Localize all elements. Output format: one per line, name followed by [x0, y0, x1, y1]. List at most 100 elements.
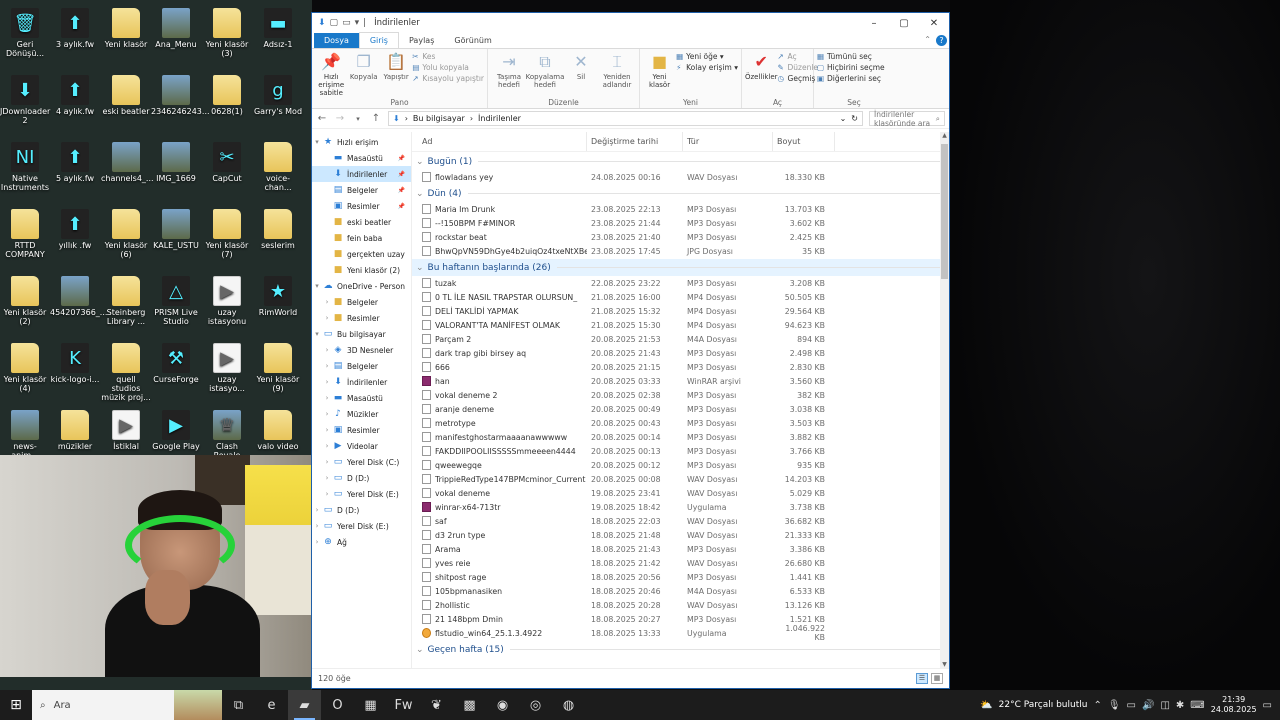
- expand-arrow-icon[interactable]: ›: [312, 538, 322, 546]
- scroll-thumb[interactable]: [941, 144, 948, 279]
- expand-arrow-icon[interactable]: ›: [322, 458, 332, 466]
- desktop-shortcut[interactable]: Yeni klasör (9): [253, 343, 303, 393]
- search-input[interactable]: İndirilenler klasöründe ara ⌕: [869, 110, 945, 128]
- file-row[interactable]: aranje deneme 20.08.2025 00:49 MP3 Dosyası…: [412, 402, 949, 416]
- volume-icon[interactable]: 🔊: [1142, 700, 1154, 711]
- nav-item[interactable]: › ▭ D (D:): [312, 470, 411, 486]
- nav-item[interactable]: › ▣ Resimler: [312, 422, 411, 438]
- cut-button[interactable]: ✂ Kes: [412, 52, 484, 61]
- pin-icon[interactable]: 📌: [398, 155, 405, 162]
- desktop-shortcut[interactable]: RTTD COMPANY: [0, 209, 50, 259]
- notifications-icon[interactable]: ▭: [1263, 700, 1272, 711]
- file-row[interactable]: metrotype 20.08.2025 00:43 MP3 Dosyası 3.50…: [412, 416, 949, 430]
- pin-icon[interactable]: 📌: [398, 187, 405, 194]
- properties-quick-icon[interactable]: ▢: [330, 18, 339, 28]
- file-row[interactable]: 2hollistic 18.08.2025 20:28 WAV Dosyası 13.…: [412, 598, 949, 612]
- desktop-shortcut[interactable]: Yeni klasör (3): [202, 8, 252, 58]
- desktop-shortcut[interactable]: Yeni klasör: [101, 8, 151, 49]
- desktop-shortcut[interactable]: ▶ uzay istasyo...: [202, 343, 252, 393]
- task-view-icon[interactable]: ⧉: [222, 690, 255, 720]
- file-row[interactable]: winrar-x64-713tr 19.08.2025 18:42 Uygulama…: [412, 500, 949, 514]
- collapse-group-icon[interactable]: ⌄: [416, 157, 424, 167]
- file-row[interactable]: saf 18.08.2025 22:03 WAV Dosyası 36.682 KB: [412, 514, 949, 528]
- desktop-shortcut[interactable]: ★ RimWorld: [253, 276, 303, 317]
- taskbar-search[interactable]: ⌕ Ara: [32, 690, 222, 720]
- nav-item[interactable]: ▬ Masaüstü 📌: [312, 150, 411, 166]
- file-row[interactable]: shitpost rage 18.08.2025 20:56 MP3 Dosyası…: [412, 570, 949, 584]
- expand-arrow-icon[interactable]: ›: [322, 362, 332, 370]
- nav-item[interactable]: › ▶ Videolar: [312, 438, 411, 454]
- tab-görünüm[interactable]: Görünüm: [444, 33, 501, 48]
- minimize-icon[interactable]: –: [859, 18, 889, 29]
- tab-dosya[interactable]: Dosya: [314, 33, 359, 48]
- vertical-scrollbar[interactable]: ▲ ▼: [940, 132, 949, 668]
- desktop-shortcut[interactable]: NI Native Instruments: [0, 142, 50, 192]
- nav-item[interactable]: › ▭ Yerel Disk (E:): [312, 486, 411, 502]
- group-header[interactable]: ⌄ Bu haftanın başlarında (26): [412, 259, 949, 276]
- desktop-shortcut[interactable]: quell studios müzik proj...: [101, 343, 151, 402]
- file-row[interactable]: flstudio_win64_25.1.3.4922 18.08.2025 13:…: [412, 624, 949, 642]
- customize-dropdown-icon[interactable]: ▾: [355, 18, 360, 28]
- file-row[interactable]: 105bpmanasiken 18.08.2025 20:46 M4A Dosyas…: [412, 584, 949, 598]
- nav-item[interactable]: ■ Yeni klasör (2): [312, 262, 411, 278]
- large-icons-view-icon[interactable]: ▦: [931, 673, 943, 684]
- new-folder-quick-icon[interactable]: ▭: [342, 18, 351, 28]
- easy-access-button[interactable]: ⚡ Kolay erişim ▾: [676, 63, 738, 72]
- file-row[interactable]: 666 20.08.2025 21:15 MP3 Dosyası 2.830 KB: [412, 360, 949, 374]
- expand-arrow-icon[interactable]: ›: [322, 442, 332, 450]
- edge-icon[interactable]: e: [255, 690, 288, 720]
- clock[interactable]: 21:39 24.08.2025: [1211, 695, 1257, 715]
- desktop-shortcut[interactable]: ▬ Adsız-1: [253, 8, 303, 49]
- desktop-shortcut[interactable]: voice-chan...: [253, 142, 303, 192]
- expand-arrow-icon[interactable]: ›: [312, 506, 322, 514]
- up-icon[interactable]: ↑: [370, 113, 382, 124]
- desktop-shortcut[interactable]: müzikler: [50, 410, 100, 451]
- scroll-down-icon[interactable]: ▼: [940, 661, 949, 668]
- bluetooth-icon[interactable]: ✱: [1176, 700, 1184, 711]
- desktop-shortcut[interactable]: Yeni klasör (6): [101, 209, 151, 259]
- weather-icon[interactable]: ⛅: [980, 700, 992, 711]
- file-row[interactable]: vokal deneme 19.08.2025 23:41 WAV Dosyası 5…: [412, 486, 949, 500]
- nav-item[interactable]: ▾ ☁ OneDrive - Person: [312, 278, 411, 294]
- desktop-shortcut[interactable]: IMG_1669: [151, 142, 201, 183]
- file-row[interactable]: VALORANT'TA MANİFEST OLMAK 21.08.2025 15:…: [412, 318, 949, 332]
- desktop-shortcut[interactable]: channels4_...: [101, 142, 154, 183]
- expand-arrow-icon[interactable]: ▾: [312, 330, 322, 338]
- forward-icon[interactable]: →: [334, 113, 346, 124]
- file-row[interactable]: Arama 18.08.2025 21:43 MP3 Dosyası 3.386 KB: [412, 542, 949, 556]
- desktop-shortcut[interactable]: ▶ uzay istasyonu: [202, 276, 252, 326]
- expand-arrow-icon[interactable]: ›: [322, 474, 332, 482]
- desktop-shortcut[interactable]: ⚒ CurseForge: [151, 343, 201, 384]
- outlook-icon[interactable]: O: [321, 690, 354, 720]
- desktop-shortcut[interactable]: ▶ Google Play: [151, 410, 201, 451]
- file-row[interactable]: Parçam 2 20.08.2025 21:53 M4A Dosyası 894 K…: [412, 332, 949, 346]
- desktop-shortcut[interactable]: ✂ CapCut: [202, 142, 252, 183]
- file-row[interactable]: yves reie 18.08.2025 21:42 WAV Dosyası 26.6…: [412, 556, 949, 570]
- desktop-shortcut[interactable]: 2346246243...: [151, 75, 210, 116]
- desktop-shortcut[interactable]: ▶ İstiklal: [101, 410, 151, 451]
- nav-item[interactable]: ■ eski beatler: [312, 214, 411, 230]
- nav-item[interactable]: ▾ ★ Hızlı erişim: [312, 134, 411, 150]
- file-row[interactable]: DELİ TAKLİDİ YAPMAK 21.08.2025 15:32 MP4 D…: [412, 304, 949, 318]
- desktop-shortcut[interactable]: Yeni klasör (7): [202, 209, 252, 259]
- nav-item[interactable]: › ▤ Belgeler: [312, 358, 411, 374]
- file-row[interactable]: manifestghostarmaaaanawwwww 20.08.2025 00…: [412, 430, 949, 444]
- nav-item[interactable]: ■ fein baba: [312, 230, 411, 246]
- refresh-icon[interactable]: ↻: [851, 114, 858, 123]
- file-row[interactable]: 21 148bpm Dmin 18.08.2025 20:27 MP3 Dosyas…: [412, 612, 949, 626]
- desktop-shortcut[interactable]: △ PRISM Live Studio: [151, 276, 201, 326]
- select-all-button[interactable]: ▦ Tümünü seç: [817, 52, 885, 61]
- new-item-button[interactable]: ▦ Yeni öğe ▾: [676, 52, 738, 61]
- desktop-shortcut[interactable]: eski beatler: [101, 75, 151, 116]
- column-date[interactable]: Değiştirme tarihi: [587, 132, 683, 151]
- invert-selection-button[interactable]: ▣ Diğerlerini seç: [817, 74, 885, 83]
- file-row[interactable]: --!150BPM F#MINOR 23.08.2025 21:44 MP3 Dos…: [412, 216, 949, 230]
- fl-studio-icon[interactable]: ❦: [420, 690, 453, 720]
- file-row[interactable]: 0 TL İLE NASIL TRAPSTAR OLURSUN_ 21.08.20…: [412, 290, 949, 304]
- weather-text[interactable]: 22°C Parçalı bulutlu: [999, 700, 1088, 710]
- collapse-group-icon[interactable]: ⌄: [416, 645, 424, 655]
- desktop-shortcut[interactable]: news-anim...: [0, 410, 50, 460]
- expand-arrow-icon[interactable]: ›: [322, 346, 332, 354]
- file-row[interactable]: FAKDDIIPOOLIISSSSSmmeeeen4444 20.08.2025 …: [412, 444, 949, 458]
- file-row[interactable]: qweewegqe 20.08.2025 00:12 MP3 Dosyası 935 …: [412, 458, 949, 472]
